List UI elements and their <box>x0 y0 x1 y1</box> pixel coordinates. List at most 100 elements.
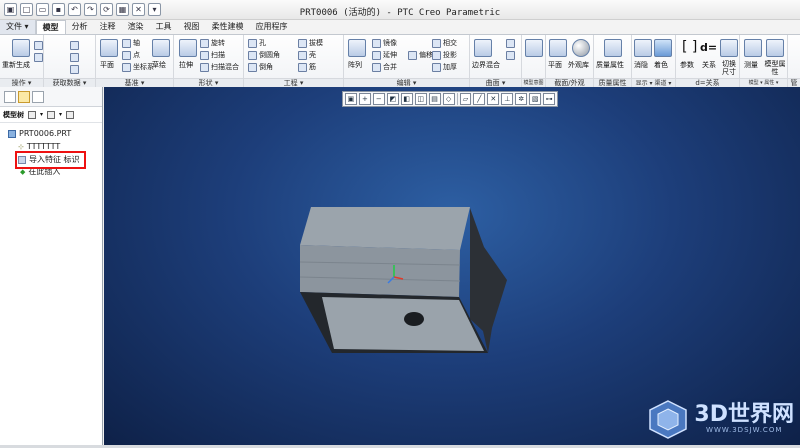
relations-icon[interactable]: d= <box>700 41 717 54</box>
tab-flexible-modeling[interactable]: 柔性建模 <box>206 20 250 34</box>
draft-button[interactable]: 拔模 <box>298 38 323 48</box>
params-icon[interactable]: [ ] <box>682 39 697 55</box>
swept-blend-button[interactable]: 扫描混合 <box>200 62 239 72</box>
plane-label[interactable]: 平面 <box>100 60 114 70</box>
hidden-line-icon[interactable] <box>634 39 652 57</box>
tab-analysis[interactable]: 分析 <box>66 20 94 34</box>
extrude-icon[interactable] <box>179 39 197 57</box>
plane-icon[interactable] <box>100 39 118 57</box>
sweep-button[interactable]: 扫描 <box>200 50 225 60</box>
tab-render[interactable]: 渲染 <box>122 20 150 34</box>
measure-label[interactable]: 测量 <box>744 60 758 70</box>
ribbon: 重新生成 操作 ▾ 获取数据 ▾ 平面 轴 点 坐标系 草绘 基准 ▾ 拉伸 旋… <box>0 34 800 95</box>
watermark-text: 3D世界网 <box>694 402 794 427</box>
tab-model[interactable]: 模型 <box>35 20 66 34</box>
sketch-icon[interactable] <box>152 39 170 57</box>
extend-button[interactable]: 延伸 <box>372 50 397 60</box>
copy-geometry-icon[interactable] <box>70 53 79 62</box>
3d-model[interactable] <box>104 87 800 445</box>
pattern-icon[interactable] <box>348 39 366 57</box>
pattern-label[interactable]: 阵列 <box>348 60 362 70</box>
tree-columns-icon[interactable] <box>66 110 75 119</box>
coord-button[interactable]: 坐标系 <box>122 62 154 72</box>
switch-dimensions-icon[interactable] <box>720 39 738 57</box>
model-properties-icon[interactable] <box>766 39 784 57</box>
mirror-button[interactable]: 镜像 <box>372 38 397 48</box>
tab-annotate[interactable]: 注释 <box>94 20 122 34</box>
freestyle-icon[interactable] <box>506 51 515 60</box>
shell-icon <box>298 50 307 60</box>
measure-icon[interactable] <box>744 39 762 57</box>
intersect-button[interactable]: 相交 <box>432 38 457 48</box>
regenerate-label[interactable]: 重新生成 <box>2 60 30 70</box>
rib-button[interactable]: 筋 <box>298 62 316 72</box>
boundary-blend-icon[interactable] <box>474 39 492 57</box>
sketch-label[interactable]: 草绘 <box>152 60 166 70</box>
filter-dropdown-icon[interactable]: ▾ <box>59 111 62 118</box>
swept-blend-icon <box>200 62 209 72</box>
shading-icon[interactable] <box>654 39 672 57</box>
delete-icon[interactable] <box>34 53 43 62</box>
group-section-appearance: 平面 外观库 截面/外观 <box>546 35 594 87</box>
relations-label[interactable]: 关系 <box>702 60 716 70</box>
settings-dropdown-icon[interactable]: ▾ <box>40 111 43 118</box>
group-label: 模型 ▾ 属性 ▾ <box>740 78 787 87</box>
tab-tools[interactable]: 工具 <box>150 20 178 34</box>
copy-icon[interactable] <box>34 41 43 50</box>
group-label: 形状 ▾ <box>174 78 243 87</box>
shrinkwrap-icon[interactable] <box>70 65 79 74</box>
boundary-blend-label[interactable]: 边界混合 <box>472 60 500 70</box>
ribbon-tabs: 文件 ▾ 模型 分析 注释 渲染 工具 视图 柔性建模 应用程序 <box>0 20 800 34</box>
component-interface-icon[interactable] <box>525 39 543 57</box>
model-tree-tab-icon[interactable] <box>4 91 16 103</box>
face-plane-label[interactable]: 平面 <box>548 60 562 70</box>
chamfer-icon <box>248 62 257 72</box>
mass-properties-label[interactable]: 质量属性 <box>596 60 624 70</box>
axis-icon <box>122 38 131 48</box>
revolve-button[interactable]: 旋转 <box>200 38 225 48</box>
extrude-label[interactable]: 拉伸 <box>179 60 193 70</box>
round-button[interactable]: 倒圆角 <box>248 50 280 60</box>
tab-file[interactable]: 文件 ▾ <box>0 20 36 34</box>
tree-item-part[interactable]: PRT0006.PRT <box>8 129 71 138</box>
folder-browser-tab-icon[interactable] <box>18 91 30 103</box>
shell-button[interactable]: 壳 <box>298 50 316 60</box>
mass-properties-icon[interactable] <box>604 39 622 57</box>
params-label[interactable]: 参数 <box>680 60 694 70</box>
tab-applications[interactable]: 应用程序 <box>250 20 294 34</box>
regenerate-icon[interactable] <box>12 39 30 57</box>
part-bottom-face <box>322 297 484 351</box>
chamfer-button[interactable]: 倒角 <box>248 62 273 72</box>
merge-button[interactable]: 合并 <box>372 62 397 72</box>
hole-button[interactable]: 孔 <box>248 38 266 48</box>
tree-settings-icon[interactable] <box>28 110 36 119</box>
axis-button[interactable]: 轴 <box>122 38 140 48</box>
watermark: 3D世界网 WWW.3DSJW.COM <box>648 399 794 439</box>
tree-item-csys[interactable]: ⊹ TTTTTTT <box>18 142 60 151</box>
user-defined-feature-icon[interactable] <box>70 41 79 50</box>
group-relations: [ ] 参数 d= 关系 切换尺寸 d=关系 <box>676 35 740 87</box>
tab-view[interactable]: 视图 <box>178 20 206 34</box>
point-button[interactable]: 点 <box>122 50 140 60</box>
extend-icon <box>372 50 381 60</box>
appearance-label[interactable]: 外观库 <box>568 60 589 70</box>
hidden-line-label[interactable]: 消隐 <box>634 60 648 70</box>
part-front-face <box>300 245 460 297</box>
model-tree-label[interactable]: 模型树 <box>3 110 24 120</box>
face-plane-icon[interactable] <box>549 39 567 57</box>
appearance-sphere-icon[interactable] <box>572 39 590 57</box>
shading-label[interactable]: 着色 <box>654 60 668 70</box>
group-surfaces: 边界混合 曲面 ▾ <box>470 35 522 87</box>
offset-button[interactable]: 偏移 <box>408 50 433 60</box>
tree-filter-icon[interactable] <box>47 110 56 119</box>
switch-dimensions-label[interactable]: 切换尺寸 <box>720 60 738 76</box>
model-properties-label[interactable]: 模型属性 <box>764 60 786 76</box>
group-mass-properties: 质量属性 质量属性 <box>594 35 632 87</box>
favorites-tab-icon[interactable] <box>32 91 44 103</box>
fill-icon[interactable] <box>506 39 515 48</box>
project-button[interactable]: 投影 <box>432 50 457 60</box>
graphics-window[interactable]: ▣ + − ◩ ◧ ◫ ▤ ◇ ▱ ╱ ✕ ⊥ ✲ ▧ ⊶ 3D世界网 WWW.… <box>104 87 800 445</box>
thicken-button[interactable]: 加厚 <box>432 62 457 72</box>
hole-icon <box>248 38 257 48</box>
revolve-icon <box>200 38 209 48</box>
